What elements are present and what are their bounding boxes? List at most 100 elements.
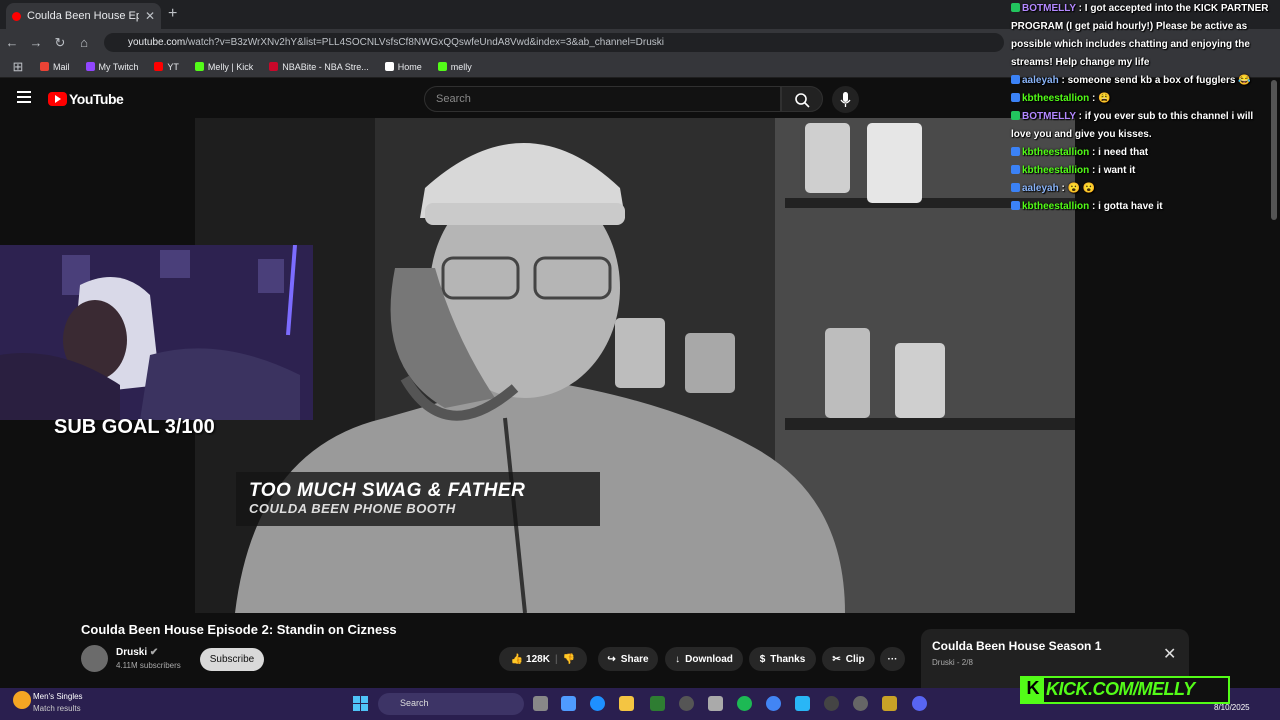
browser-tab[interactable]: Coulda Been House Episod ✕ [6,3,161,29]
voice-search-button[interactable] [832,86,859,113]
news-widget-icon[interactable] [13,691,31,709]
chat-badge-icon [1011,3,1020,12]
address-bar[interactable]: youtube.com/watch?v=B3zWrXNv2hY&list=PLL… [104,33,1004,52]
twitch-icon [85,62,95,71]
bookmark-yt[interactable]: YT [154,62,179,72]
bookmark-my-twitch[interactable]: My Twitch [85,62,138,72]
chat-username[interactable]: BOTMELLY [1022,3,1076,14]
menu-icon[interactable] [17,91,31,103]
kick-logo-icon: K [1022,678,1044,702]
home-icon[interactable]: ⌂ [72,35,96,50]
chat-badge-icon [1011,165,1020,174]
photos-icon[interactable] [795,696,810,711]
search-icon [795,93,810,108]
video-player[interactable] [195,118,1075,613]
copilot-icon[interactable] [561,696,576,711]
new-tab-icon[interactable]: + [168,5,177,23]
download-button[interactable]: ↓ Download [665,647,743,671]
more-actions-button[interactable]: ··· [880,647,905,671]
file-explorer-icon[interactable] [619,696,634,711]
bookmark-nbabite[interactable]: NBABite - NBA Stre... [269,62,369,72]
bookmark-mail[interactable]: Mail [40,62,70,72]
scissors-icon: ✂ [832,653,841,665]
chat-text: : i gotta have it [1089,201,1163,212]
search-input[interactable]: Search [424,86,781,112]
app-icon[interactable] [679,696,694,711]
chat-username[interactable]: kbtheestallion [1022,165,1089,176]
download-icon: ↓ [675,653,681,665]
share-icon: ↪ [607,653,616,665]
youtube-logo-text[interactable]: YouTube [69,91,124,107]
dislike-button[interactable]: 👎 [563,654,575,665]
store-icon[interactable] [708,696,723,711]
x-icon [384,62,394,71]
bookmark-home[interactable]: Home [384,62,422,72]
chat-badge-icon [1011,111,1020,120]
playlist-progress: Druski - 2/8 [932,658,973,667]
chat-overlay: BOTMELLY : I got accepted into the KICK … [1011,0,1269,212]
chat-badge-icon [1011,201,1020,210]
thanks-icon: $ [759,653,766,665]
bookmark-melly[interactable]: melly [437,62,472,72]
thanks-button[interactable]: $ Thanks [749,647,816,671]
playlist-title[interactable]: Coulda Been House Season 1 [932,639,1101,653]
kick-icon [437,62,447,71]
verified-icon: ✔ [149,647,159,658]
app-icon-3[interactable] [882,696,897,711]
microphone-icon [840,92,851,107]
app-icon-2[interactable] [853,696,868,711]
like-button[interactable]: 👍 128K [511,654,550,665]
close-tab-icon[interactable]: ✕ [145,9,155,23]
taskbar-search[interactable]: Search [378,693,524,715]
chat-username[interactable]: BOTMELLY [1022,111,1076,122]
bookmark-melly-kick[interactable]: Melly | Kick [194,62,253,72]
chat-username[interactable]: kbtheestallion [1022,93,1089,104]
discord-icon[interactable] [912,696,927,711]
webcam-feed [0,245,313,420]
subscriber-count: 4.11M subscribers [116,661,181,670]
clip-button[interactable]: ✂ Clip [822,647,875,671]
task-view-icon[interactable] [533,696,548,711]
youtube-logo-icon[interactable] [48,92,67,106]
news-widget-title[interactable]: Men's Singles [33,692,83,701]
youtube-favicon-icon [12,11,21,21]
apps-grid-icon[interactable]: ⊞ [12,59,24,75]
nba-icon [269,62,279,71]
spotify-icon[interactable] [737,696,752,711]
channel-avatar[interactable] [81,645,108,672]
back-icon[interactable]: ← [0,35,24,50]
chat-message: BOTMELLY : if you ever sub to this chann… [1011,108,1269,144]
forward-icon[interactable]: → [24,35,48,50]
chat-message: kbtheestallion : i gotta have it [1011,198,1269,216]
chat-username[interactable]: kbtheestallion [1022,201,1089,212]
close-playlist-icon[interactable]: ✕ [1163,644,1176,664]
start-menu-icon[interactable] [353,696,368,711]
share-button[interactable]: ↪ Share [598,647,658,671]
edge-icon[interactable] [590,696,605,711]
reload-icon[interactable]: ↻ [48,35,72,51]
chat-badge-icon [1011,93,1020,102]
media-player-icon[interactable] [824,696,839,711]
subscribe-button[interactable]: Subscribe [200,648,264,671]
chat-message: kbtheestallion : i need that [1011,144,1269,162]
channel-name[interactable]: Druski ✔ [116,647,158,658]
xbox-icon[interactable] [650,696,665,711]
chat-text: : someone send kb a box of fugglers 😂 [1058,75,1251,86]
chat-message: aaleyah : someone send kb a box of fuggl… [1011,72,1269,90]
chat-text: : i need that [1089,147,1149,158]
scrollbar[interactable] [1271,80,1277,220]
kick-url-label: KICK.COM/MELLY [1046,679,1195,699]
chat-username[interactable]: aaleyah [1022,183,1059,194]
url-domain: youtube.com [128,37,186,48]
chat-username[interactable]: kbtheestallion [1022,147,1089,158]
search-button[interactable] [781,86,823,112]
chat-username[interactable]: aaleyah [1022,75,1059,86]
webcam-overlay [0,245,313,420]
thumbs-down-icon: 👎 [562,653,576,665]
chat-message: aaleyah : 😮 😮 [1011,180,1269,198]
url-path: /watch?v=B3zWrXNv2hY&list=PLL4SOCNLVsfsC… [185,37,665,48]
news-widget-subtitle: Match results [33,704,81,713]
sub-goal-label: SUB GOAL 3/100 [54,416,215,438]
chrome-icon[interactable] [766,696,781,711]
chat-text: : 😩 [1089,93,1111,104]
